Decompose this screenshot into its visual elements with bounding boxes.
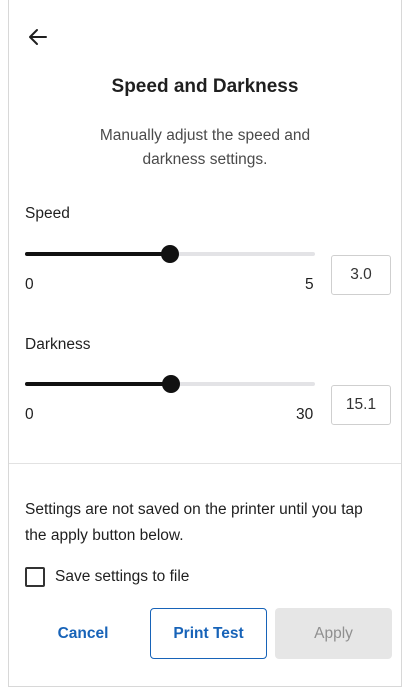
save-settings-checkbox[interactable] xyxy=(25,567,45,587)
speed-value-field[interactable]: 3.0 xyxy=(331,255,391,295)
page-title: Speed and Darkness xyxy=(111,76,299,97)
darkness-max-label: 30 xyxy=(296,406,314,423)
arrow-left-icon xyxy=(29,29,47,45)
back-button[interactable] xyxy=(27,26,49,48)
apply-button[interactable]: Apply xyxy=(275,608,392,659)
save-settings-label: Save settings to file xyxy=(55,568,190,585)
speed-slider-fill xyxy=(25,252,170,256)
speed-max-label: 5 xyxy=(305,276,314,293)
speed-slider[interactable] xyxy=(25,245,315,263)
darkness-slider[interactable] xyxy=(25,375,315,393)
speed-label: Speed xyxy=(25,205,70,222)
save-settings-checkbox-row[interactable]: Save settings to file xyxy=(25,566,189,588)
darkness-slider-fill xyxy=(25,382,171,386)
darkness-label: Darkness xyxy=(25,336,91,353)
darkness-slider-thumb[interactable] xyxy=(161,375,180,393)
print-test-button[interactable]: Print Test xyxy=(150,608,267,659)
cancel-button[interactable]: Cancel xyxy=(24,608,142,659)
darkness-value-field[interactable]: 15.1 xyxy=(331,385,391,425)
divider xyxy=(9,463,401,464)
speed-slider-thumb[interactable] xyxy=(161,245,179,263)
notice-text: Settings are not saved on the printer un… xyxy=(25,501,363,544)
page-subtitle: Manually adjust the speed and darkness s… xyxy=(99,127,311,168)
speed-min-label: 0 xyxy=(25,276,34,293)
darkness-min-label: 0 xyxy=(25,406,34,423)
